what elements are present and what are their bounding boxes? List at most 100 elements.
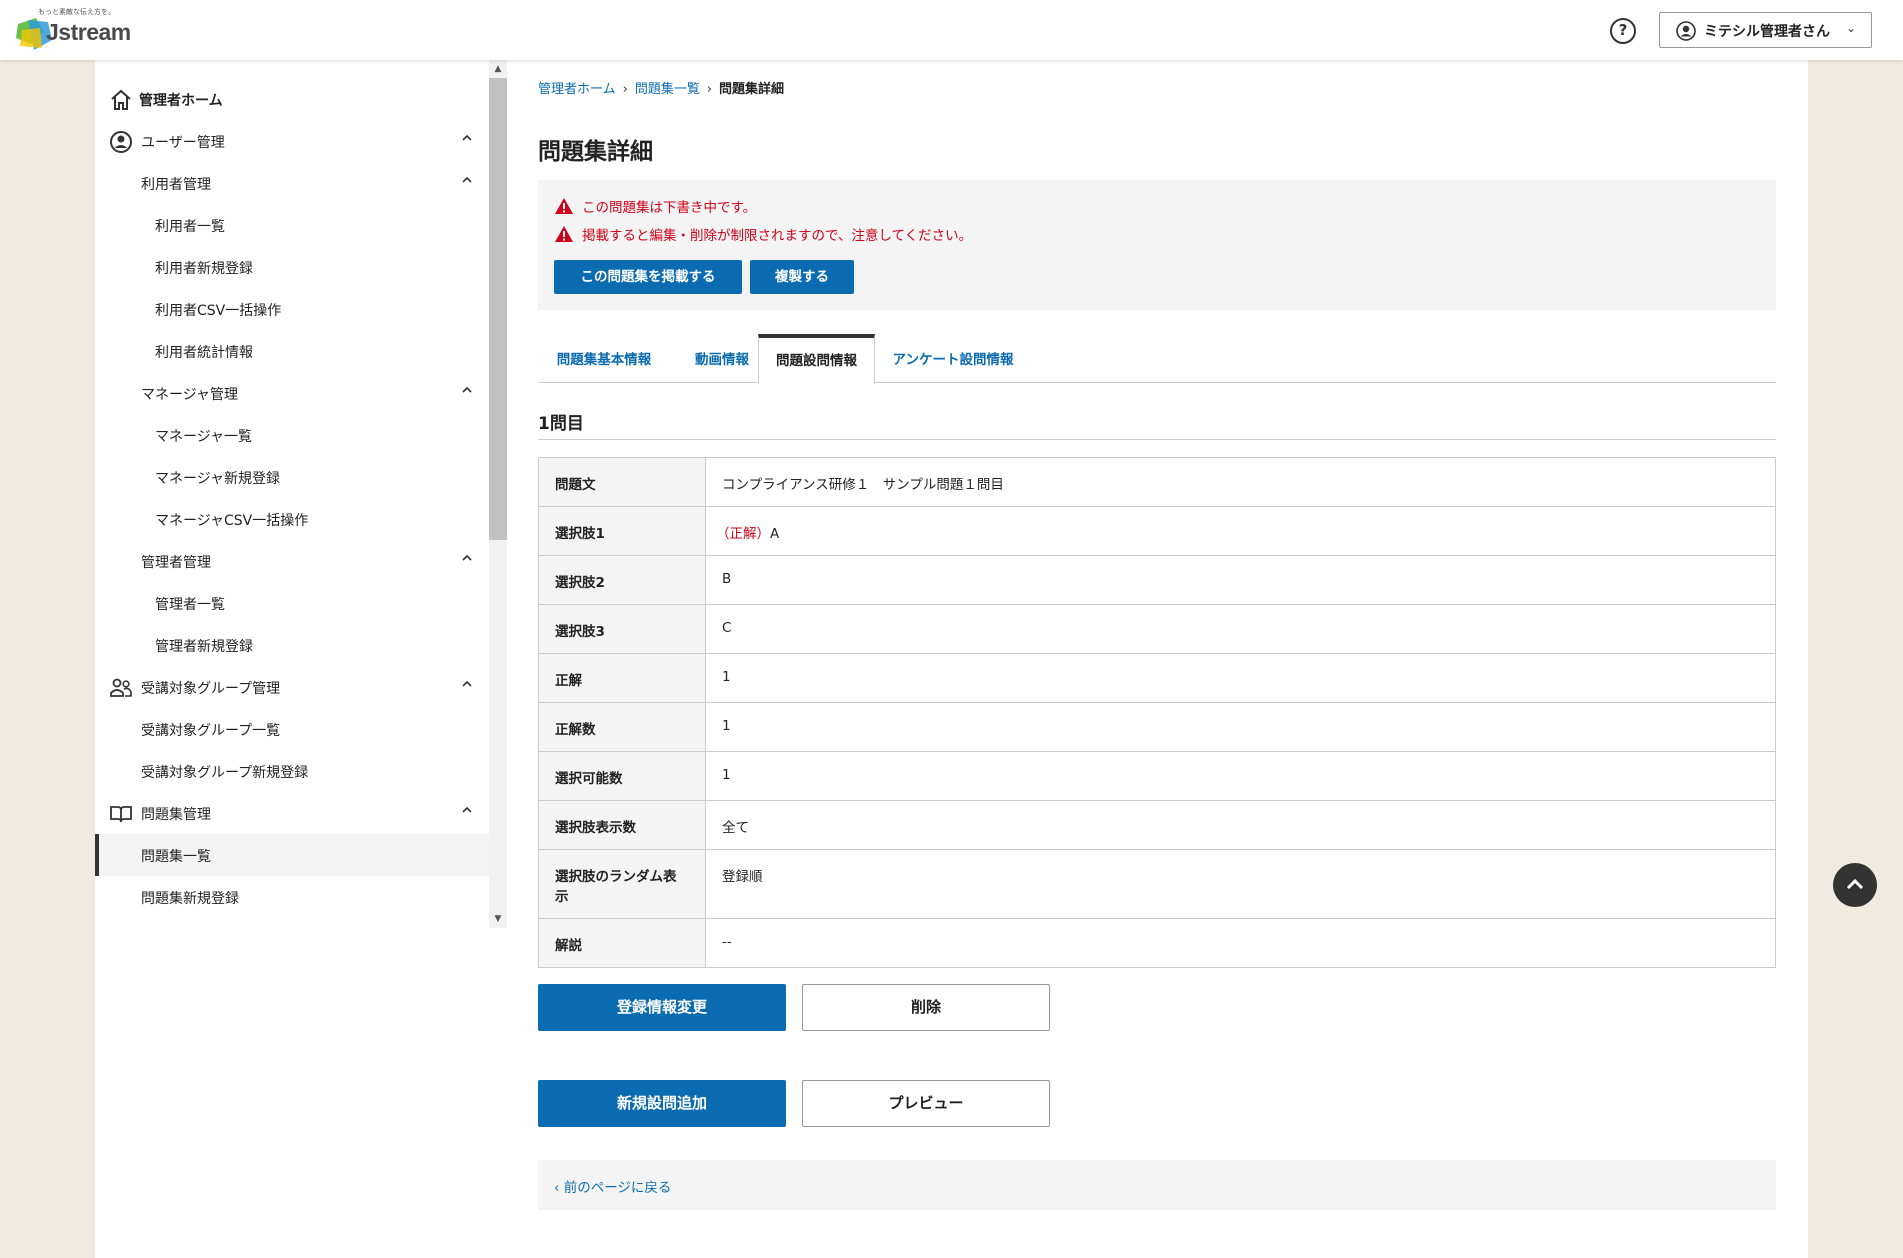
chevron-up-icon [462, 134, 472, 141]
warning-icon [555, 198, 573, 214]
user-circle-icon [110, 131, 132, 153]
sidebar-item-admin-home[interactable]: 管理者ホーム [95, 78, 489, 120]
section-divider [538, 439, 1776, 440]
sidebar-scroll-thumb[interactable] [489, 78, 507, 540]
chevron-right-icon: › [622, 82, 628, 97]
logo-text: Jstream [46, 19, 131, 45]
preview-button[interactable]: プレビュー [802, 1080, 1050, 1127]
table-row: 正解 1 [538, 653, 1776, 703]
table-row: 正解数 1 [538, 702, 1776, 752]
row-value: 全て [705, 800, 1776, 850]
sidebar-item-label: 利用者CSV一括操作 [155, 303, 282, 319]
sidebar-item-label: 問題集一覧 [141, 849, 211, 865]
delete-button[interactable]: 削除 [802, 984, 1050, 1031]
tab-bar: 問題集基本情報 動画情報 問題設問情報 アンケート設問情報 [538, 334, 1776, 384]
sidebar-item-label: 管理者一覧 [155, 597, 225, 613]
sidebar-item-label: 問題集新規登録 [141, 891, 239, 907]
sidebar-item-label: 問題集管理 [141, 807, 211, 823]
draft-alert-box: この問題集は下書き中です。 掲載すると編集・削除が制限されますので、注意してくだ… [538, 180, 1776, 310]
sidebar-item-user-new[interactable]: 利用者新規登録 [95, 246, 489, 288]
edit-info-button[interactable]: 登録情報変更 [538, 984, 786, 1031]
publish-button[interactable]: この問題集を掲載する [554, 260, 742, 294]
table-row: 選択肢表示数 全て [538, 800, 1776, 850]
chevron-up-icon [1846, 878, 1864, 890]
row-label: 正解数 [538, 702, 706, 752]
sidebar-item-admin-list[interactable]: 管理者一覧 [95, 582, 489, 624]
sidebar-nav: 管理者ホーム ユーザー管理 利用者管理 利用者一覧 利用者新規登録 利用者CSV… [95, 60, 489, 928]
row-value: 1 [705, 653, 1776, 703]
scroll-to-top-button[interactable] [1833, 863, 1877, 907]
row-label: 問題文 [538, 457, 706, 507]
help-icon[interactable]: ? [1610, 18, 1636, 44]
add-question-button[interactable]: 新規設問追加 [538, 1080, 786, 1127]
scroll-down-arrow-icon[interactable]: ▼ [489, 910, 507, 928]
row-label: 選択肢2 [538, 555, 706, 605]
sidebar-item-manager-list[interactable]: マネージャ一覧 [95, 414, 489, 456]
sidebar-item-user-csv[interactable]: 利用者CSV一括操作 [95, 288, 489, 330]
back-link[interactable]: ‹ 前のページに戻る [554, 1176, 671, 1196]
sidebar-item-label: 受講対象グループ一覧 [141, 723, 281, 739]
copy-button[interactable]: 複製する [750, 260, 854, 294]
chevron-up-icon [462, 386, 472, 393]
sidebar-item-admin-sub[interactable]: 管理者管理 [95, 540, 489, 582]
row-value: -- [705, 918, 1776, 968]
users-icon [110, 678, 132, 697]
sidebar-item-label: ユーザー管理 [141, 135, 225, 151]
choice-value: A [770, 526, 780, 542]
chevron-up-icon [462, 176, 472, 183]
jstream-logo[interactable]: もっと素敵な伝え方を。 Jstream [14, 6, 131, 54]
question-detail-table: 問題文 コンプライアンス研修１ サンプル問題１問目 選択肢1 （正解）A 選択肢2 B… [538, 457, 1776, 968]
breadcrumb-home-link[interactable]: 管理者ホーム [538, 82, 616, 97]
row-value: 登録順 [705, 849, 1776, 919]
row-value: B [705, 555, 1776, 605]
alert-message: 掲載すると編集・削除が制限されますので、注意してください。 [554, 224, 972, 244]
table-row: 選択肢1 （正解）A [538, 506, 1776, 556]
sidebar-item-group-management[interactable]: 受講対象グループ管理 [95, 666, 489, 708]
sidebar-item-label: 受講対象グループ管理 [141, 681, 281, 697]
sidebar-item-label: 利用者新規登録 [155, 261, 253, 277]
sidebar-item-manager-new[interactable]: マネージャ新規登録 [95, 456, 489, 498]
sidebar-item-group-new[interactable]: 受講対象グループ新規登録 [95, 750, 489, 792]
sidebar-item-label: マネージャ新規登録 [155, 471, 281, 487]
table-row: 選択肢2 B [538, 555, 1776, 605]
sidebar-item-label: 利用者管理 [141, 177, 211, 193]
sidebar-item-user-list[interactable]: 利用者一覧 [95, 204, 489, 246]
correct-mark: （正解） [716, 526, 770, 542]
sidebar-item-label: 管理者ホーム [139, 93, 223, 109]
sidebar-item-quiz-list[interactable]: 問題集一覧 [95, 834, 489, 876]
user-name: ミテシル管理者さん [1704, 24, 1830, 40]
sidebar-item-manager-csv[interactable]: マネージャCSV一括操作 [95, 498, 489, 540]
row-value: C [705, 604, 1776, 654]
row-value: 1 [705, 702, 1776, 752]
user-menu-button[interactable]: ミテシル管理者さん ⌄ [1659, 12, 1872, 48]
sidebar-item-label: 利用者一覧 [155, 219, 225, 235]
table-row: 選択肢のランダム表示 登録順 [538, 849, 1776, 919]
breadcrumb-list-link[interactable]: 問題集一覧 [635, 82, 700, 97]
header: もっと素敵な伝え方を。 Jstream ? ミテシル管理者さん ⌄ [0, 0, 1903, 60]
sidebar-item-quiz-management[interactable]: 問題集管理 [95, 792, 489, 834]
sidebar-item-label: マネージャ管理 [141, 387, 239, 403]
sidebar-item-user-sub[interactable]: 利用者管理 [95, 162, 489, 204]
alert-line-text: 掲載すると編集・削除が制限されますので、注意してください。 [582, 228, 973, 244]
tab-survey-info[interactable]: アンケート設問情報 [875, 334, 1031, 383]
tab-basic-info[interactable]: 問題集基本情報 [538, 334, 670, 383]
chevron-up-icon [462, 680, 472, 687]
chevron-down-icon: ⌄ [1846, 21, 1857, 35]
row-label: 解説 [538, 918, 706, 968]
scroll-up-arrow-icon[interactable]: ▲ [489, 60, 507, 78]
breadcrumb: 管理者ホーム › 問題集一覧 › 問題集詳細 [538, 78, 784, 97]
row-label: 正解 [538, 653, 706, 703]
sidebar-item-manager-sub[interactable]: マネージャ管理 [95, 372, 489, 414]
row-label: 選択可能数 [538, 751, 706, 801]
sidebar-item-user-management[interactable]: ユーザー管理 [95, 120, 489, 162]
section-title: 1問目 [538, 414, 584, 434]
sidebar-item-admin-new[interactable]: 管理者新規登録 [95, 624, 489, 666]
book-icon [110, 806, 132, 823]
sidebar-item-user-stats[interactable]: 利用者統計情報 [95, 330, 489, 372]
tab-question-info[interactable]: 問題設問情報 [758, 334, 875, 384]
table-row: 問題文 コンプライアンス研修１ サンプル問題１問目 [538, 457, 1776, 507]
row-value: コンプライアンス研修１ サンプル問題１問目 [705, 457, 1776, 507]
sidebar-item-quiz-new[interactable]: 問題集新規登録 [95, 876, 489, 918]
sidebar-item-label: 管理者新規登録 [155, 639, 253, 655]
sidebar-item-group-list[interactable]: 受講対象グループ一覧 [95, 708, 489, 750]
